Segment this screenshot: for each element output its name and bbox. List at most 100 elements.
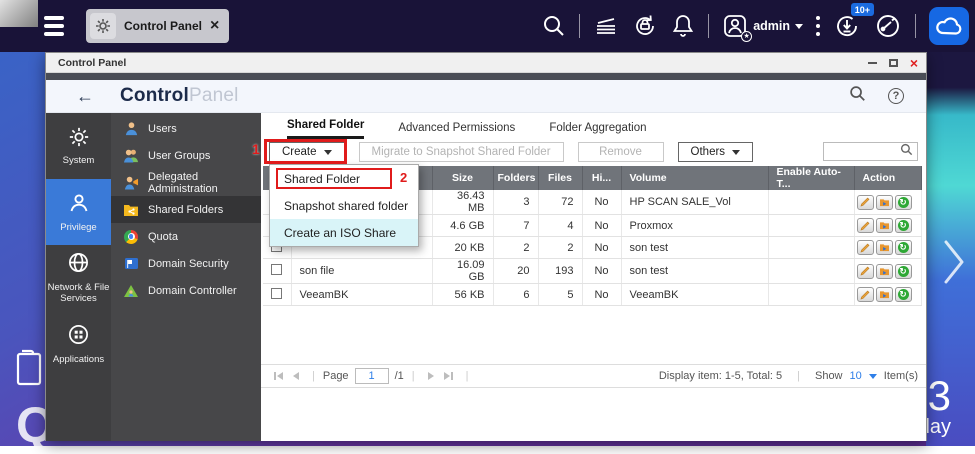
sidebar-item-system[interactable]: System xyxy=(46,113,111,179)
menu-item-domain-controller[interactable]: Domain Controller xyxy=(111,277,261,304)
header-search-icon[interactable] xyxy=(849,85,866,107)
main-menu-icon[interactable] xyxy=(44,16,64,36)
quota-icon xyxy=(123,229,139,245)
shared-folder-content: Shared Folder Advanced Permissions Folde… xyxy=(261,113,926,441)
back-button[interactable]: ← xyxy=(76,86,94,107)
edit-properties-icon[interactable] xyxy=(857,264,874,279)
table-search-box[interactable] xyxy=(823,142,918,161)
sidebar-item-privilege[interactable]: Privilege xyxy=(46,179,111,245)
header-size[interactable]: Size xyxy=(432,166,493,190)
page-total: /1 xyxy=(395,370,404,382)
header-hidden[interactable]: Hi... xyxy=(582,166,621,190)
last-page-icon[interactable] xyxy=(444,372,453,380)
header-action[interactable]: Action xyxy=(854,166,921,190)
chevron-down-icon xyxy=(732,150,740,155)
minimize-button[interactable] xyxy=(868,62,877,64)
others-button[interactable]: Others xyxy=(678,142,754,162)
close-button[interactable]: × xyxy=(910,57,918,69)
background-tasks-icon[interactable] xyxy=(593,14,619,38)
refresh-icon[interactable]: ↻ xyxy=(895,195,912,210)
edit-permissions-folder-icon[interactable] xyxy=(876,218,893,233)
sidebar-item-network-file-services[interactable]: Network & File Services xyxy=(46,245,111,311)
sidebar-item-applications[interactable]: Applications xyxy=(46,311,111,377)
page-number-input[interactable] xyxy=(355,368,389,384)
edit-permissions-folder-icon[interactable] xyxy=(876,195,893,210)
tab-close-icon[interactable]: × xyxy=(210,18,219,34)
cell-files: 5 xyxy=(538,284,582,306)
window-titlebar[interactable]: Control Panel × xyxy=(46,53,926,73)
dropdown-item-snapshot-shared-folder[interactable]: Snapshot shared folder xyxy=(270,192,418,219)
menu-item-users[interactable]: Users xyxy=(111,115,261,142)
divider xyxy=(579,14,580,38)
refresh-icon[interactable]: ↻ xyxy=(895,218,912,233)
myqnapcloud-icon[interactable] xyxy=(929,7,969,45)
first-page-icon[interactable] xyxy=(274,372,283,380)
annotation-step1: 1 xyxy=(252,141,260,157)
toolbar: Create Migrate to Snapshot Shared Folder… xyxy=(261,139,926,165)
slide-panel-chevron-icon[interactable] xyxy=(941,237,967,292)
tab-folder-aggregation[interactable]: Folder Aggregation xyxy=(549,122,646,139)
admin-username: admin xyxy=(753,19,790,33)
resource-monitor-gauge-icon[interactable] xyxy=(874,13,902,39)
sidebar-item-label: System xyxy=(63,155,95,166)
menu-item-user-groups[interactable]: User Groups xyxy=(111,142,261,169)
header-enable-auto[interactable]: Enable Auto-T... xyxy=(768,166,854,190)
window-title: Control Panel xyxy=(58,57,126,69)
header-folders[interactable]: Folders xyxy=(493,166,538,190)
menu-item-quota[interactable]: Quota xyxy=(111,223,261,250)
dropdown-item-shared-folder[interactable]: Shared Folder 2 xyxy=(270,165,418,192)
trash-icon[interactable] xyxy=(14,344,44,391)
remove-button[interactable]: Remove xyxy=(578,142,664,162)
user-menu[interactable]: ★ admin xyxy=(722,13,803,39)
edit-properties-icon[interactable] xyxy=(857,195,874,210)
refresh-icon[interactable]: ↻ xyxy=(895,240,912,255)
show-count-select[interactable]: 10 xyxy=(850,370,862,382)
dropdown-item-create-iso-share[interactable]: Create an ISO Share xyxy=(270,219,418,246)
taskbar-app-tab-control-panel[interactable]: Control Panel × xyxy=(86,9,229,43)
edit-properties-icon[interactable] xyxy=(857,287,874,302)
edit-properties-icon[interactable] xyxy=(857,218,874,233)
next-page-icon[interactable] xyxy=(428,372,434,380)
admin-star-badge: ★ xyxy=(741,31,752,42)
create-button[interactable]: Create xyxy=(269,142,345,162)
edit-permissions-folder-icon[interactable] xyxy=(876,287,893,302)
chevron-down-icon[interactable] xyxy=(869,374,877,379)
cell-folders: 7 xyxy=(493,215,538,237)
network-globe-icon xyxy=(67,251,90,277)
search-icon[interactable] xyxy=(542,14,566,38)
cell-volume: son test xyxy=(621,237,768,259)
edit-properties-icon[interactable] xyxy=(857,240,874,255)
header-volume[interactable]: Volume xyxy=(621,166,768,190)
page-label: Page xyxy=(323,370,349,382)
sync-status-icon[interactable] xyxy=(632,13,658,39)
refresh-icon[interactable]: ↻ xyxy=(895,287,912,302)
help-icon[interactable]: ? xyxy=(888,88,904,104)
edit-permissions-folder-icon[interactable] xyxy=(876,264,893,279)
divider xyxy=(708,14,709,38)
more-options-kebab-icon[interactable] xyxy=(816,16,820,36)
window-top-strip xyxy=(46,73,926,80)
menu-item-shared-folders[interactable]: Shared Folders xyxy=(111,196,261,223)
menu-item-domain-security[interactable]: Domain Security xyxy=(111,250,261,277)
privilege-user-icon xyxy=(67,191,91,218)
row-checkbox[interactable] xyxy=(271,264,282,275)
tab-shared-folder[interactable]: Shared Folder xyxy=(287,119,364,139)
table-row[interactable]: son file 16.09 GB 20 193 No son test xyxy=(263,259,921,284)
sidebar-item-label: Applications xyxy=(53,354,104,365)
display-info: Display item: 1-5, Total: 5 xyxy=(659,370,782,382)
table-row[interactable]: VeeamBK 56 KB 6 5 No VeeamBK ↻ xyxy=(263,284,921,306)
header-files[interactable]: Files xyxy=(538,166,582,190)
search-icon[interactable] xyxy=(900,143,913,161)
edit-permissions-folder-icon[interactable] xyxy=(876,240,893,255)
menu-item-delegated-administration[interactable]: Delegated Administration xyxy=(111,169,261,196)
cell-hidden: No xyxy=(582,237,621,259)
firmware-update-icon[interactable]: 10+ xyxy=(833,12,861,40)
migrate-button[interactable]: Migrate to Snapshot Shared Folder xyxy=(359,142,564,162)
row-checkbox[interactable] xyxy=(271,288,282,299)
notifications-bell-icon[interactable] xyxy=(671,13,695,39)
tab-advanced-permissions[interactable]: Advanced Permissions xyxy=(398,122,515,139)
refresh-icon[interactable]: ↻ xyxy=(895,264,912,279)
maximize-button[interactable] xyxy=(889,59,898,67)
previous-page-icon[interactable] xyxy=(293,372,299,380)
table-search-input[interactable] xyxy=(824,146,900,158)
